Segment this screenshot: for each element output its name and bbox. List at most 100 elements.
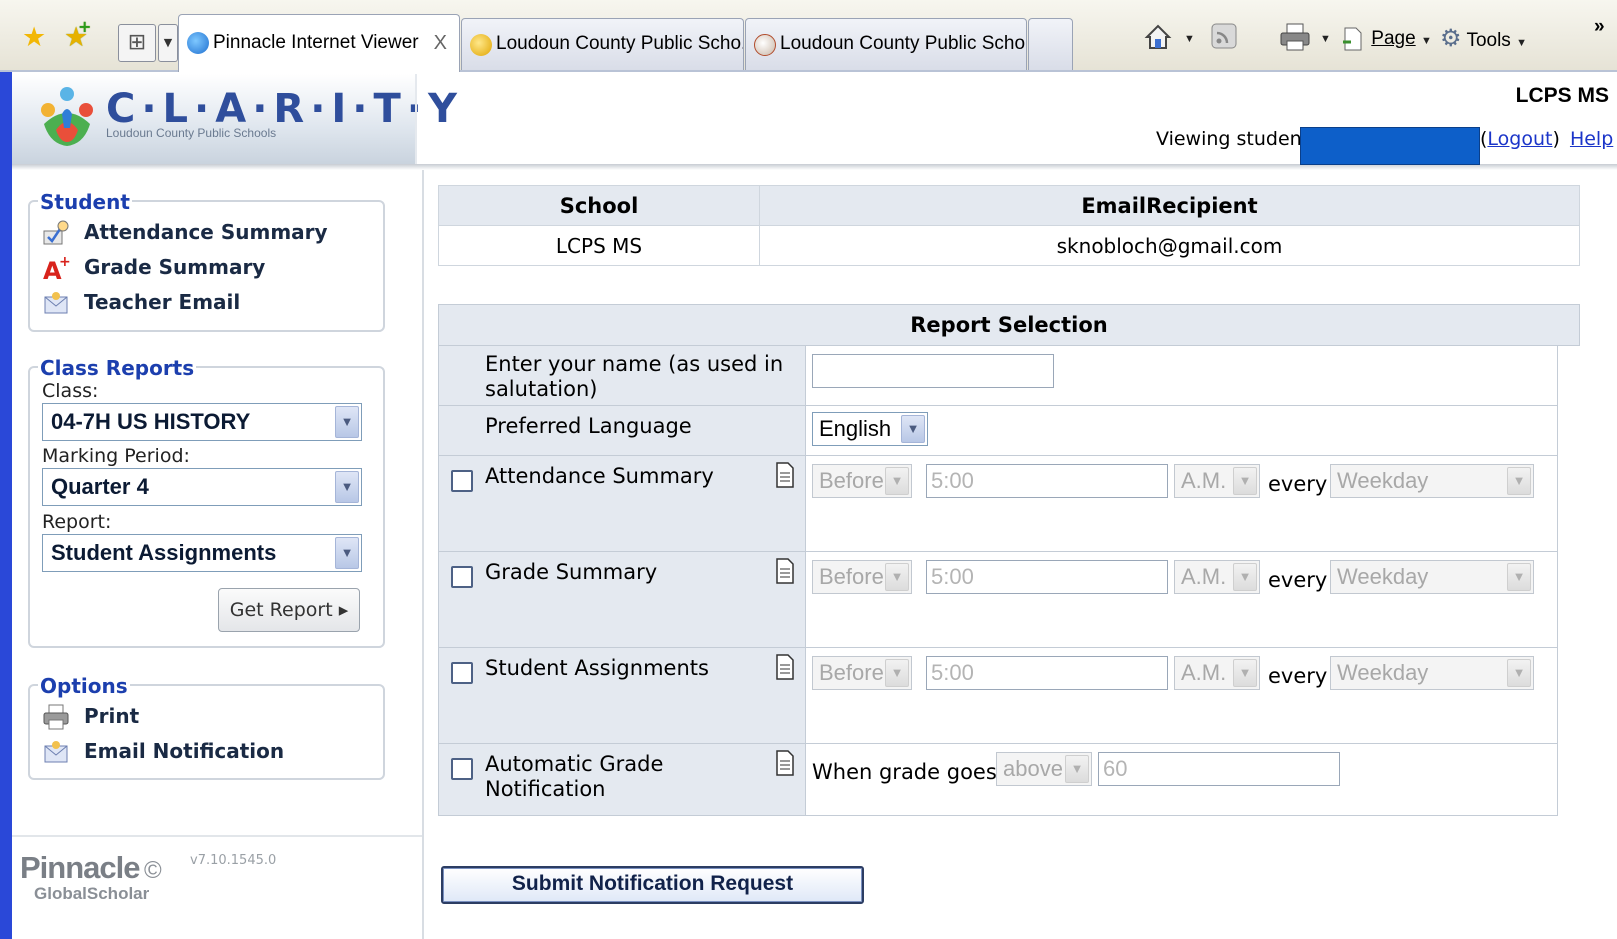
cell-school: LCPS MS — [438, 225, 760, 266]
student-assignments-checkbox[interactable] — [451, 662, 473, 684]
assignments-frequency-select[interactable]: Weekday ▼ — [1330, 656, 1534, 690]
chevron-down-icon[interactable]: ▼ — [335, 471, 359, 503]
table-row: LCPS MS sknobloch@gmail.com — [438, 225, 1580, 266]
chevron-down-icon[interactable]: ▼ — [1507, 563, 1531, 591]
chevron-down-icon[interactable]: ▼ — [335, 406, 359, 438]
print-icon[interactable] — [1279, 22, 1311, 64]
grade-frequency-select[interactable]: Weekday ▼ — [1330, 560, 1534, 594]
input-value: 5:00 — [931, 660, 974, 685]
home-icon[interactable] — [1143, 22, 1173, 64]
assignments-ampm-select[interactable]: A.M. ▼ — [1174, 656, 1260, 690]
add-favorite-icon[interactable]: ★ — [64, 19, 92, 51]
chevron-down-icon[interactable]: ▼ — [335, 537, 359, 569]
assignments-before-select[interactable]: Before ▼ — [812, 656, 912, 690]
toolbar-overflow-icon[interactable]: » — [1594, 10, 1605, 44]
header-school: School — [438, 185, 760, 226]
tab-loudoun-1[interactable]: Loudoun County Public Scho... — [461, 18, 744, 70]
select-value: above — [1003, 756, 1063, 781]
language-select[interactable]: English ▼ — [812, 412, 928, 446]
attendance-row-label-cell: Attendance Summary — [438, 456, 806, 552]
user-links: (Logout) Help — [1480, 128, 1614, 150]
chevron-down-icon[interactable]: ▼ — [885, 659, 909, 687]
chevron-down-icon[interactable]: ▼ — [901, 415, 925, 443]
chevron-down-icon[interactable]: ▼ — [885, 467, 909, 495]
select-value: Before — [819, 660, 884, 685]
grade-direction-select[interactable]: above ▼ — [996, 752, 1092, 786]
marking-period-select[interactable]: Quarter 4 ▼ — [42, 468, 362, 506]
submit-notification-request-button[interactable]: Submit Notification Request — [441, 866, 864, 904]
print-dropdown-icon[interactable]: ▼ — [1320, 22, 1331, 56]
pinnacle-brand: Pinnacle — [20, 850, 140, 885]
select-value: A.M. — [1181, 468, 1227, 493]
tab-pinnacle-internet-viewer[interactable]: Pinnacle Internet Viewer X — [178, 14, 460, 72]
window-edge — [0, 72, 12, 939]
document-preview-icon[interactable] — [775, 462, 795, 488]
page-menu[interactable]: Page ▼ — [1340, 22, 1432, 58]
new-tab-button[interactable] — [1028, 18, 1073, 70]
feeds-icon[interactable] — [1210, 22, 1238, 62]
quick-tabs-icon[interactable]: ⊞ — [118, 24, 156, 62]
attendance-before-select[interactable]: Before ▼ — [812, 464, 912, 498]
marking-period-value: Quarter 4 — [51, 474, 149, 499]
chevron-down-icon[interactable]: ▼ — [1233, 563, 1257, 591]
class-label: Class: — [42, 380, 99, 402]
close-tab-icon[interactable]: X — [434, 15, 447, 71]
document-preview-icon[interactable] — [775, 654, 795, 680]
favorites-star-icon[interactable]: ★ — [22, 24, 46, 51]
chevron-down-icon[interactable]: ▼ — [1233, 659, 1257, 687]
auto-grade-checkbox[interactable] — [451, 758, 473, 780]
tab-list-dropdown-icon[interactable]: ▼ — [158, 24, 178, 62]
clarity-logo-icon — [41, 87, 93, 146]
grade-before-select[interactable]: Before ▼ — [812, 560, 912, 594]
grade-row-label-cell: Grade Summary — [438, 552, 806, 648]
select-value: Weekday — [1337, 564, 1429, 589]
assignments-time-input[interactable]: 5:00 — [926, 656, 1168, 690]
chevron-down-icon[interactable]: ▼ — [885, 563, 909, 591]
attendance-summary-checkbox[interactable] — [451, 470, 473, 492]
tab-loudoun-2[interactable]: Loudoun County Public Scho... — [745, 18, 1027, 70]
report-select[interactable]: Student Assignments ▼ — [42, 534, 362, 572]
grade-summary-checkbox[interactable] — [451, 566, 473, 588]
input-value: 60 — [1103, 756, 1128, 781]
get-report-button[interactable]: Get Report ▸ — [218, 588, 360, 632]
nav-label: Grade Summary — [84, 255, 266, 279]
input-value: 5:00 — [931, 564, 974, 589]
tab-label: Loudoun County Public Scho... — [496, 33, 744, 54]
school-name: LCPS MS — [1515, 84, 1609, 107]
page-menu-label: Page — [1371, 28, 1416, 49]
browser-tab-bar: ★ ★ ⊞ ▼ Pinnacle Internet Viewer X Loudo… — [0, 0, 1617, 72]
select-value: Before — [819, 468, 884, 493]
salutation-name-input[interactable] — [812, 354, 1054, 388]
select-value: Before — [819, 564, 884, 589]
nav-label: Teacher Email — [84, 290, 241, 314]
help-link[interactable]: Help — [1570, 128, 1613, 150]
attendance-time-input[interactable]: 5:00 — [926, 464, 1168, 498]
grade-threshold-input[interactable]: 60 — [1098, 752, 1340, 786]
logout-link[interactable]: Logout — [1487, 128, 1552, 150]
nav-label: Print — [84, 704, 140, 728]
class-select[interactable]: 04-7H US HISTORY ▼ — [42, 403, 362, 441]
chevron-down-icon[interactable]: ▼ — [1233, 467, 1257, 495]
gear-icon: ⚙ — [1440, 25, 1462, 52]
nav-label: Email Notification — [84, 739, 285, 763]
options-group — [28, 684, 385, 780]
chevron-down-icon[interactable]: ▼ — [1507, 659, 1531, 687]
report-selection-title: Report Selection — [438, 304, 1580, 346]
sidebar-divider — [12, 835, 422, 837]
pinnacle-logo: Pinnacle © GlobalScholar — [20, 850, 162, 903]
attendance-frequency-select[interactable]: Weekday ▼ — [1330, 464, 1534, 498]
auto-grade-row-input-cell: When grade goes above ▼ 60 — [806, 744, 1558, 816]
document-preview-icon[interactable] — [775, 558, 795, 584]
every-label: every — [1268, 664, 1328, 688]
svg-text:+: + — [59, 254, 70, 270]
attendance-ampm-select[interactable]: A.M. ▼ — [1174, 464, 1260, 498]
document-preview-icon[interactable] — [775, 750, 795, 776]
grade-time-input[interactable]: 5:00 — [926, 560, 1168, 594]
chevron-down-icon[interactable]: ▼ — [1065, 755, 1089, 783]
grade-a-plus-icon: A + — [43, 254, 70, 282]
grade-ampm-select[interactable]: A.M. ▼ — [1174, 560, 1260, 594]
home-dropdown-icon[interactable]: ▼ — [1184, 22, 1195, 56]
chevron-down-icon[interactable]: ▼ — [1507, 467, 1531, 495]
report-select-value: Student Assignments — [51, 540, 277, 565]
tools-menu[interactable]: ⚙ Tools ▼ — [1440, 22, 1527, 60]
